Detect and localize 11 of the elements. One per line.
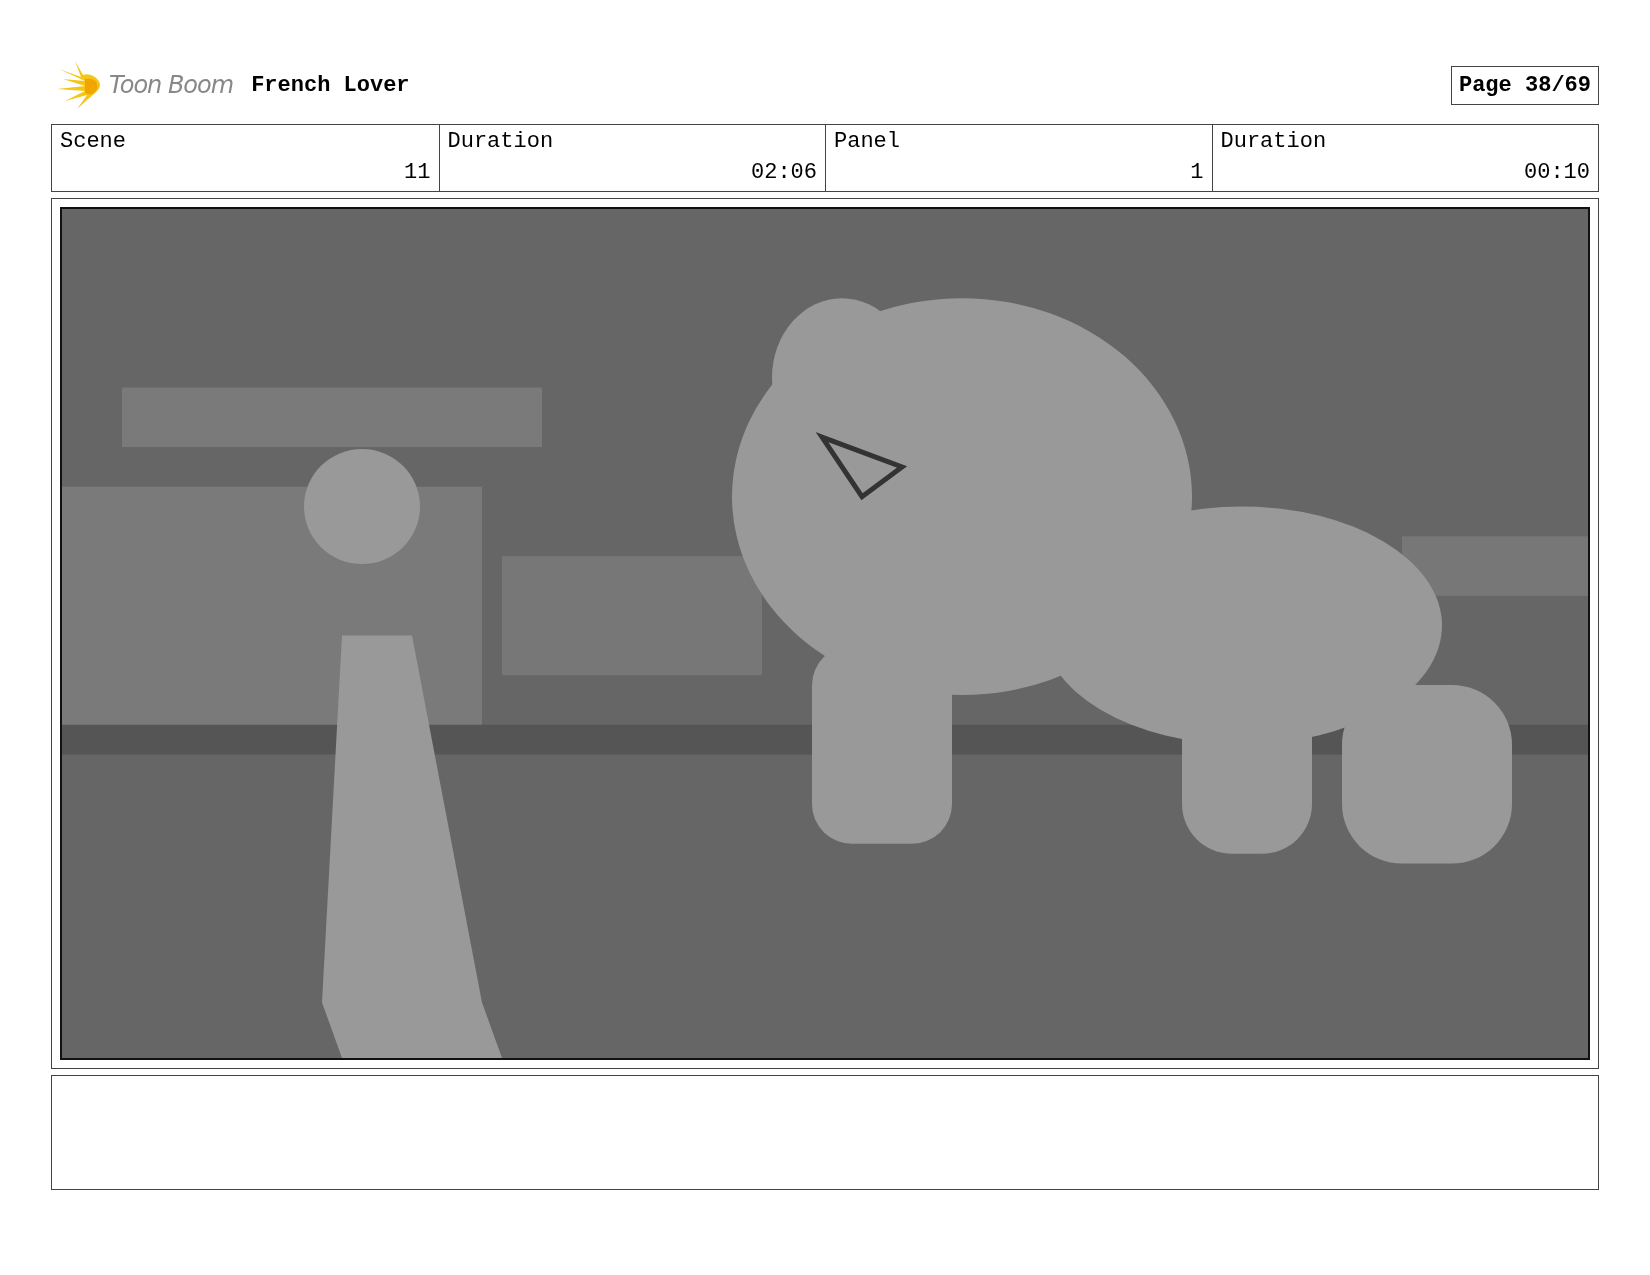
column-header: Duration	[1211, 125, 1598, 154]
table-cell: 02:06	[438, 154, 825, 191]
document-title: French Lover	[251, 72, 410, 98]
column-header: Duration	[438, 125, 825, 154]
table-cell: 1	[825, 154, 1212, 191]
page-number: Page 38/69	[1450, 65, 1599, 105]
table-cell: 00:10	[1211, 154, 1598, 191]
logo-text: Toon Boom	[109, 71, 234, 99]
table-cell-text: 11	[403, 159, 432, 187]
column-header: Scene	[59, 128, 127, 154]
column-header: Panel	[825, 125, 1212, 154]
